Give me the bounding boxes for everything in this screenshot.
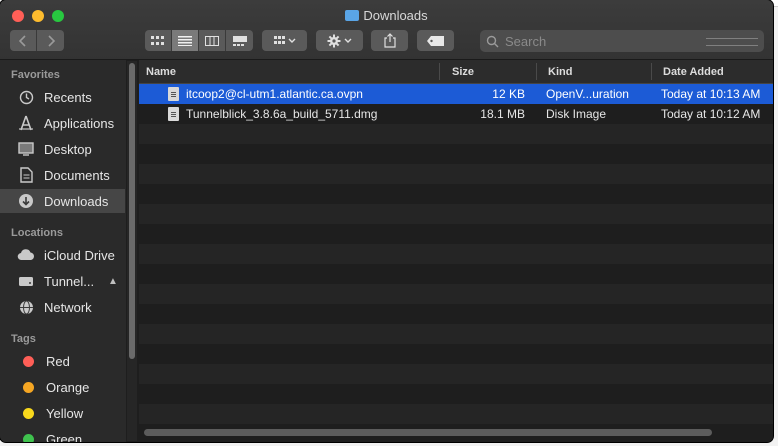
sidebar-item-downloads[interactable]: Downloads <box>0 189 125 213</box>
download-icon <box>17 193 35 209</box>
file-name: itcoop2@cl-utm1.atlantic.ca.ovpn <box>186 87 363 101</box>
sidebar-scrollbar-thumb[interactable] <box>129 63 135 359</box>
empty-row <box>139 164 773 184</box>
table-row[interactable]: itcoop2@cl-utm1.atlantic.ca.ovpn 12 KB O… <box>139 84 773 104</box>
search-input[interactable] <box>503 32 707 50</box>
tag-color-dot <box>23 355 34 367</box>
tag-color-dot <box>23 381 34 393</box>
file-date-added: Today at 10:13 AM <box>661 87 761 101</box>
chevron-left-icon <box>18 34 26 47</box>
column-name[interactable]: Name <box>146 66 176 78</box>
sidebar-item-recents[interactable]: Recents <box>0 85 125 109</box>
column-divider[interactable] <box>439 63 440 80</box>
search-icon <box>486 35 499 47</box>
empty-row <box>139 304 773 324</box>
empty-row <box>139 184 773 204</box>
view-mode-control <box>145 30 253 51</box>
clock-icon <box>17 89 35 105</box>
folder-icon <box>345 10 360 21</box>
sidebar-item-applications[interactable]: Applications <box>0 111 125 135</box>
group-grid-icon <box>273 35 295 44</box>
list-icon <box>178 35 192 46</box>
icon-view-button[interactable] <box>145 30 172 51</box>
column-view-button[interactable] <box>199 30 226 51</box>
sidebar-scrollbar[interactable] <box>127 61 137 441</box>
chevron-right-icon <box>47 34 55 47</box>
column-date-added[interactable]: Date Added <box>663 66 724 78</box>
column-kind[interactable]: Kind <box>548 66 572 78</box>
sidebar-header-favorites: Favorites <box>11 69 60 81</box>
tag-color-dot <box>23 407 34 419</box>
column-header: Name Size Kind Date Added <box>139 60 773 84</box>
empty-row <box>139 264 773 284</box>
empty-row <box>139 384 773 404</box>
empty-row <box>139 144 773 164</box>
desktop-icon <box>17 141 35 157</box>
sidebar: Favorites Recents Applications Desktop D… <box>0 60 126 442</box>
empty-row <box>139 204 773 224</box>
empty-row <box>139 344 773 364</box>
sidebar-tag-green[interactable]: Green <box>0 427 125 442</box>
sidebar-tag-yellow[interactable]: Yellow <box>0 401 125 425</box>
file-list: Name Size Kind Date Added itcoop2@cl-utm… <box>139 60 773 442</box>
navigation-buttons <box>10 30 64 51</box>
empty-row <box>139 284 773 304</box>
sidebar-item-tunnelblick-volume[interactable]: Tunnel... ▲ <box>0 269 125 293</box>
eject-icon[interactable]: ▲ <box>108 276 118 287</box>
empty-row <box>139 364 773 384</box>
column-divider[interactable] <box>536 63 537 80</box>
drive-icon <box>17 273 35 289</box>
sidebar-item-network[interactable]: Network <box>0 295 125 319</box>
sidebar-header-tags: Tags <box>11 333 36 345</box>
column-size[interactable]: Size <box>452 66 474 78</box>
file-name: Tunnelblick_3.8.6a_build_5711.dmg <box>186 107 378 121</box>
finder-window: Downloads Search Favorites Recents Appli… <box>0 0 773 442</box>
sidebar-item-desktop[interactable]: Desktop <box>0 137 125 161</box>
table-row[interactable]: Tunnelblick_3.8.6a_build_5711.dmg 18.1 M… <box>139 104 773 124</box>
tags-button[interactable] <box>417 30 454 51</box>
file-size: 18.1 MB <box>480 107 525 121</box>
file-kind: Disk Image <box>546 107 607 121</box>
titlebar: Downloads <box>0 0 773 60</box>
empty-row <box>139 404 773 424</box>
sidebar-tag-orange[interactable]: Orange <box>0 375 125 399</box>
forward-button[interactable] <box>37 30 64 51</box>
config-file-icon <box>168 87 179 101</box>
gear-icon <box>327 34 351 47</box>
tag-icon <box>426 35 444 46</box>
empty-row <box>139 124 773 144</box>
action-button[interactable] <box>316 30 363 51</box>
file-size: 12 KB <box>492 87 525 101</box>
gallery-view-button[interactable] <box>226 30 253 51</box>
sidebar-tag-red[interactable]: Red <box>0 349 125 373</box>
list-view-button[interactable] <box>172 30 199 51</box>
disk-image-icon <box>168 107 179 121</box>
applications-icon <box>17 115 35 131</box>
share-button[interactable] <box>371 30 408 51</box>
file-kind: OpenV...uration <box>546 87 629 101</box>
sidebar-item-icloud-drive[interactable]: iCloud Drive <box>0 243 125 267</box>
column-divider[interactable] <box>651 63 652 80</box>
cloud-icon <box>17 247 35 263</box>
sidebar-item-documents[interactable]: Documents <box>0 163 125 187</box>
gallery-icon <box>232 35 247 46</box>
document-icon <box>17 167 35 183</box>
globe-icon <box>17 299 35 315</box>
grid-icon <box>151 35 164 45</box>
window-title: Downloads <box>0 8 773 23</box>
empty-row <box>139 224 773 244</box>
share-icon <box>383 33 396 48</box>
sidebar-header-locations: Locations <box>11 227 63 239</box>
empty-row <box>139 244 773 264</box>
file-date-added: Today at 10:12 AM <box>661 107 761 121</box>
back-button[interactable] <box>10 30 37 51</box>
search-options-lines <box>706 38 758 46</box>
group-by-button[interactable] <box>262 30 307 51</box>
columns-icon <box>205 35 219 46</box>
empty-row <box>139 324 773 344</box>
search-field[interactable] <box>480 30 764 52</box>
horizontal-scrollbar[interactable] <box>144 429 712 436</box>
tag-color-dot <box>23 433 34 442</box>
